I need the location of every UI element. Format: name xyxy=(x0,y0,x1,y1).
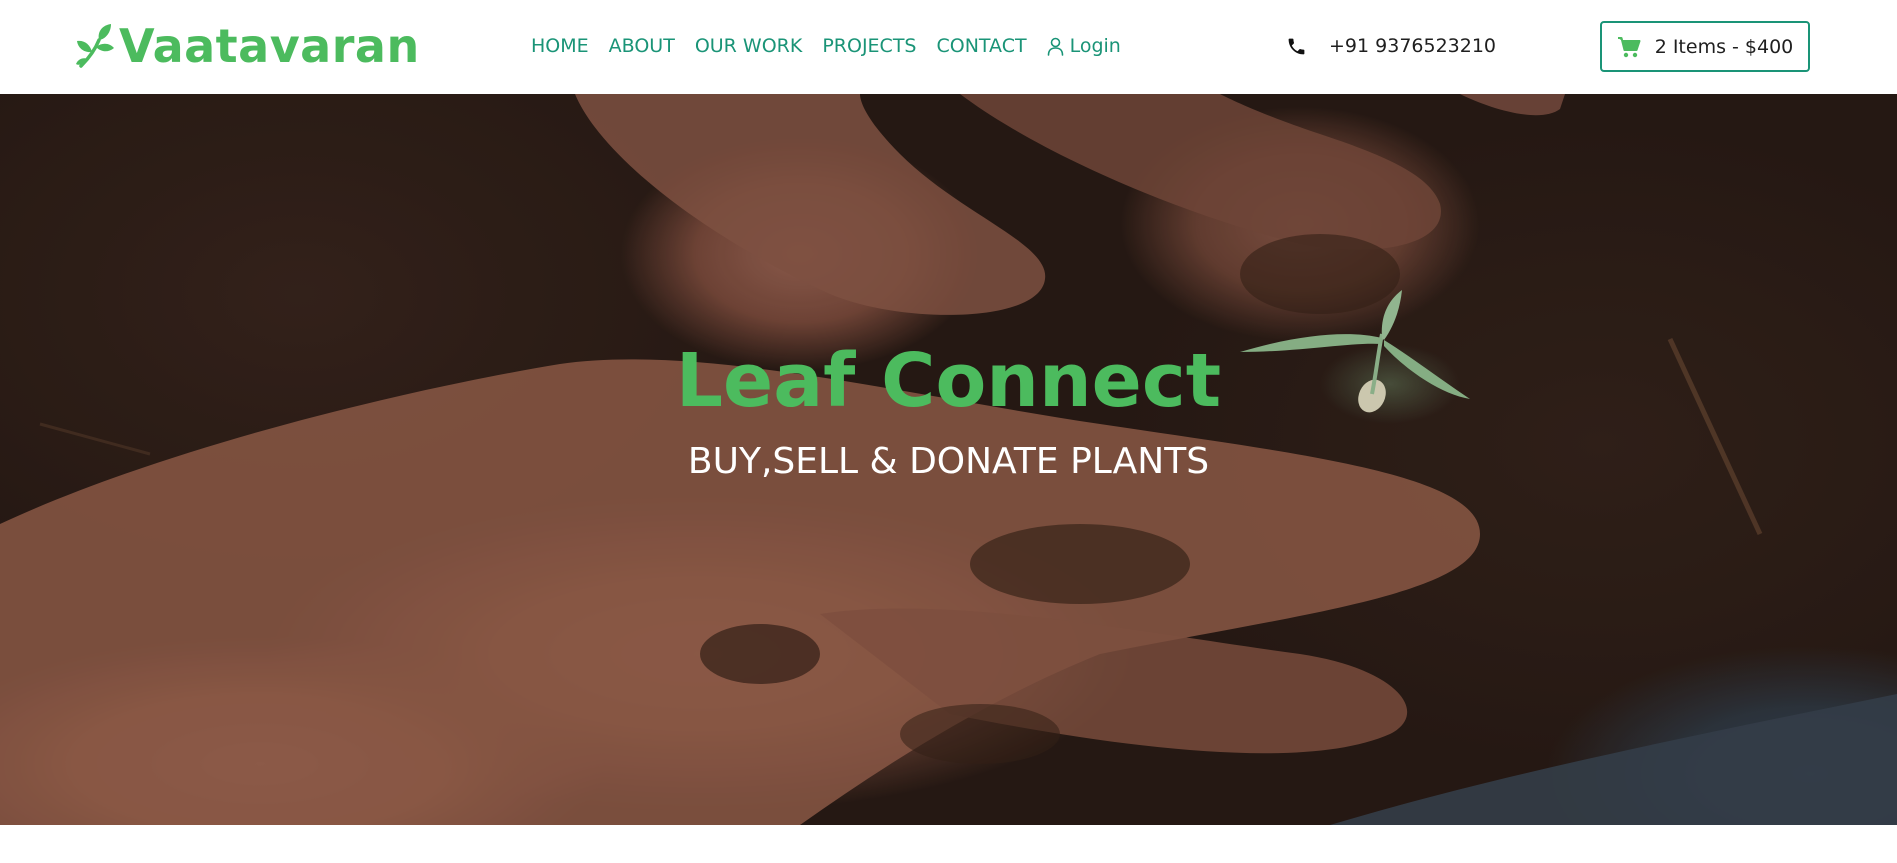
brand-name: Vaatavaran xyxy=(119,19,420,73)
phone-icon xyxy=(1288,38,1305,54)
hero-content: Leaf Connect BUY,SELL & DONATE PLANTS xyxy=(0,94,1897,825)
hero-subtitle: BUY,SELL & DONATE PLANTS xyxy=(687,441,1210,482)
user-icon xyxy=(1047,37,1063,56)
nav-item-about[interactable]: ABOUT xyxy=(609,34,675,58)
phone-number: +91 9376523210 xyxy=(1329,35,1497,57)
hero-banner: Leaf Connect BUY,SELL & DONATE PLANTS xyxy=(0,94,1897,825)
login-link[interactable]: Login xyxy=(1047,34,1121,58)
nav-item-our-work[interactable]: OUR WORK xyxy=(695,34,803,58)
cart-summary: 2 Items - $400 xyxy=(1654,35,1794,58)
brand-logo[interactable]: Vaatavaran xyxy=(75,18,420,74)
hero-title: Leaf Connect xyxy=(675,338,1222,424)
login-label: Login xyxy=(1069,35,1121,57)
shopping-cart-icon xyxy=(1617,36,1641,57)
nav-item-projects[interactable]: PROJECTS xyxy=(822,34,916,58)
main-nav: HOME ABOUT OUR WORK PROJECTS CONTACT Log… xyxy=(531,34,1121,58)
nav-item-home[interactable]: HOME xyxy=(531,34,589,58)
cart-button[interactable]: 2 Items - $400 xyxy=(1600,21,1810,72)
phone-contact[interactable]: +91 9376523210 xyxy=(1286,34,1496,58)
leaf-plant-icon xyxy=(76,24,114,68)
site-header: Vaatavaran HOME ABOUT OUR WORK PROJECTS … xyxy=(0,0,1897,94)
nav-item-contact[interactable]: CONTACT xyxy=(936,34,1026,58)
